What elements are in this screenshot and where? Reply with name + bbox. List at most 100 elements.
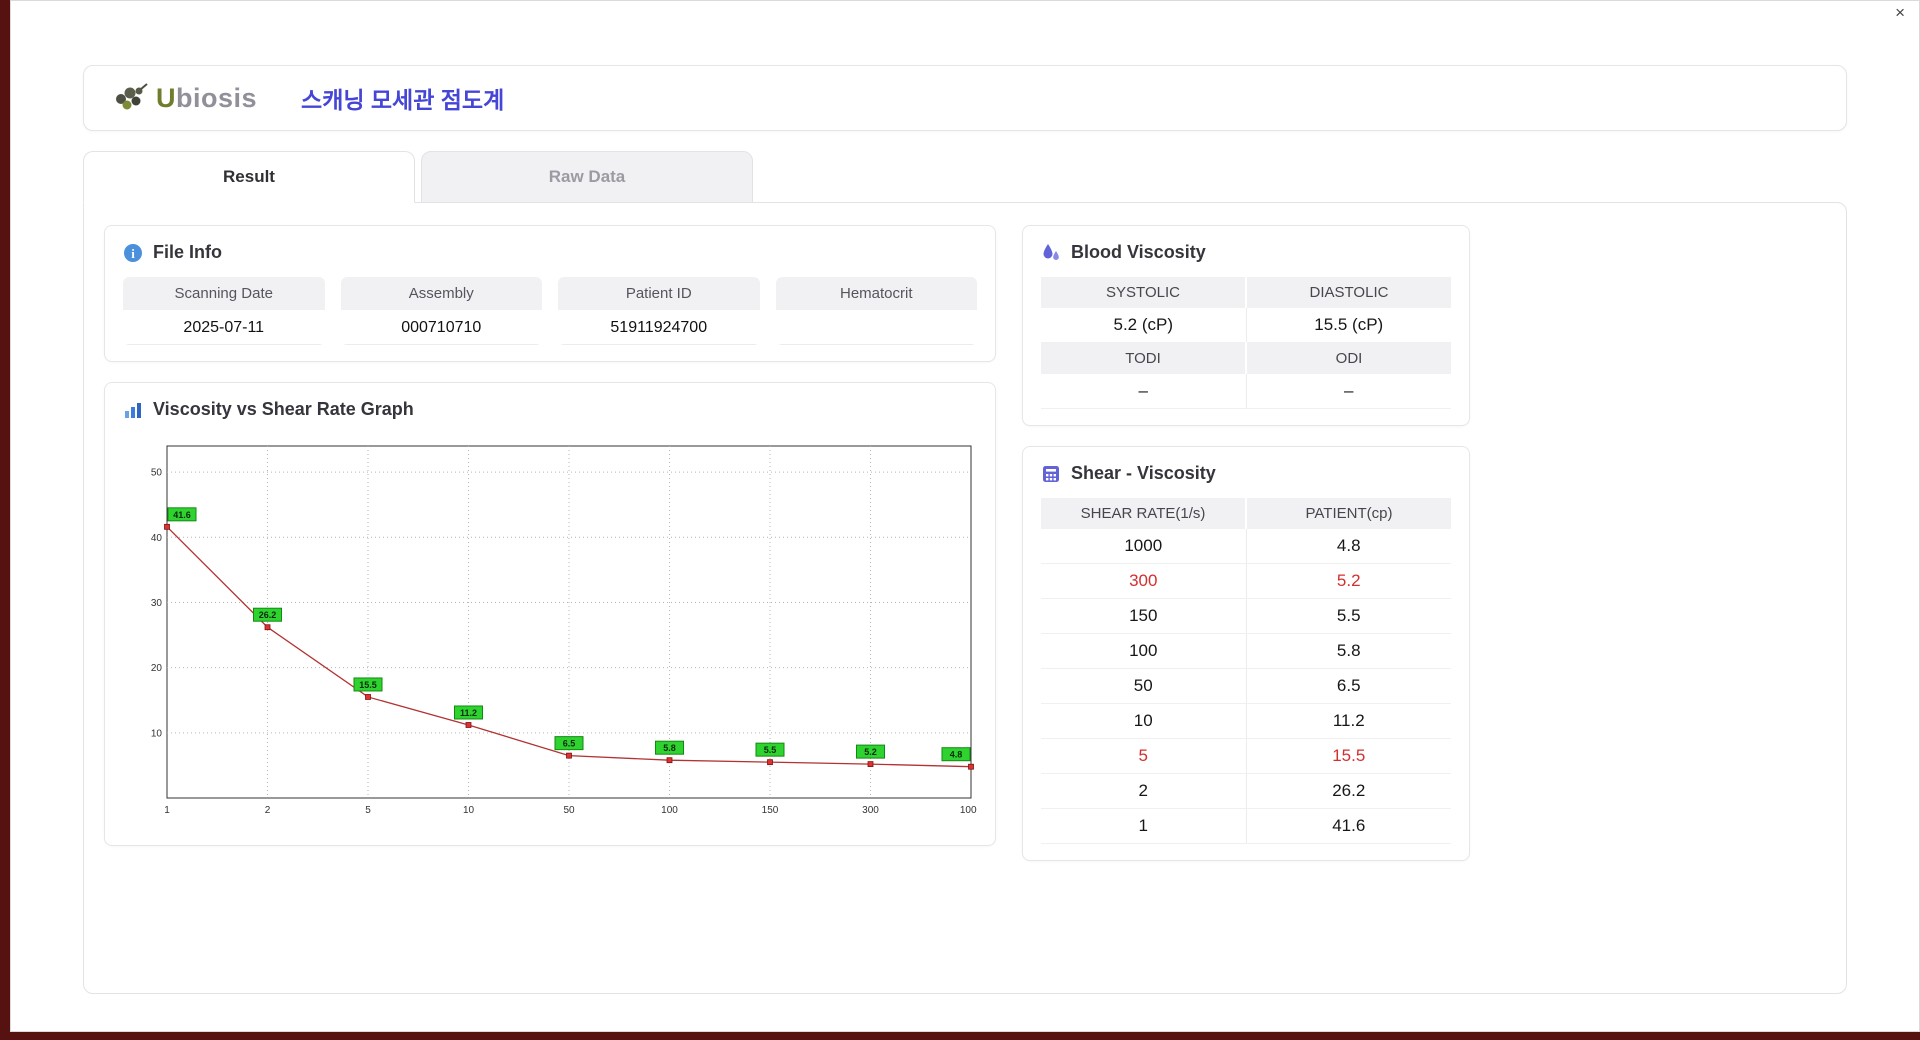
field-value [775,310,977,345]
tabs: Result Raw Data [83,151,1847,203]
blood-viscosity-card: Blood Viscosity SYSTOLIC DIASTOLIC 5.2 (… [1022,225,1470,426]
patient-cell: 6.5 [1245,668,1451,704]
svg-text:15.5: 15.5 [359,680,377,690]
field-value: 000710710 [340,310,542,345]
logo-leaf-icon [116,83,148,110]
file-info-title: File Info [153,242,222,262]
logo-text-rest: biosis [176,82,258,113]
blood-viscosity-table: SYSTOLIC DIASTOLIC 5.2 (cP) 15.5 (cP) TO… [1041,277,1451,409]
field-label: Scanning Date [123,277,325,310]
shear-rate-column-header: SHEAR RATE(1/s) [1041,498,1246,529]
shear-rate-cell: 300 [1041,563,1246,599]
shear-rate-cell: 50 [1041,668,1246,704]
systolic-header: SYSTOLIC [1041,277,1246,308]
header: Ubiosis 스캐닝 모세관 점도계 [83,65,1847,131]
patient-column-header: PATIENT(cp) [1245,498,1451,529]
right-column: Blood Viscosity SYSTOLIC DIASTOLIC 5.2 (… [1022,225,1470,861]
svg-text:26.2: 26.2 [259,610,277,620]
patient-cell: 5.5 [1245,598,1451,634]
table-row: 150 5.5 [1041,598,1451,634]
graph-title-row: Viscosity vs Shear Rate Graph [123,399,977,420]
svg-text:5.5: 5.5 [764,745,777,755]
svg-text:1000: 1000 [960,805,977,816]
blood-viscosity-title: Blood Viscosity [1071,242,1206,262]
svg-text:300: 300 [862,805,879,816]
patient-cell: 41.6 [1245,808,1451,844]
patient-cell: 15.5 [1245,738,1451,774]
field-label: Hematocrit [775,277,977,310]
logo: Ubiosis [112,82,257,114]
content: Ubiosis 스캐닝 모세관 점도계 Result Raw Data i Fi… [11,25,1919,994]
result-panel: i File Info Scanning Date 2025-07-11 Ass… [83,202,1847,994]
shear-rate-cell: 2 [1041,773,1246,809]
info-icon: i [124,243,142,262]
svg-text:50: 50 [563,805,575,816]
logo-text-u: U [156,82,176,113]
odi-value: – [1245,374,1451,409]
graph-card: Viscosity vs Shear Rate Graph 10 20 30 40 50… [104,382,996,846]
patient-cell: 26.2 [1245,773,1451,809]
page-title: 스캐닝 모세관 점도계 [301,87,505,113]
table-row: 1000 4.8 [1041,529,1451,564]
viscosity-chart: 10 20 30 40 50 1 2 5 10 50 100 150 300 1000 41.6 26.2 15… [151,445,983,816]
droplet-icon [1043,243,1059,260]
field-assembly: Assembly 000710710 [340,277,542,345]
svg-text:5.2: 5.2 [864,747,877,757]
shear-rate-cell: 1 [1041,808,1246,844]
shear-viscosity-title: Shear - Viscosity [1071,463,1216,483]
left-column: i File Info Scanning Date 2025-07-11 Ass… [104,225,996,846]
svg-text:5: 5 [365,805,371,816]
field-label: Assembly [340,277,542,310]
diastolic-header: DIASTOLIC [1245,277,1451,308]
shear-viscosity-table: SHEAR RATE(1/s) PATIENT(cp) 1000 4.8 300… [1041,498,1451,844]
table-row: 300 5.2 [1041,563,1451,599]
table-row: 2 26.2 [1041,773,1451,809]
calculator-icon [1043,465,1059,482]
svg-text:6.5: 6.5 [563,739,576,749]
table-row: 10 11.2 [1041,703,1451,739]
shear-rate-cell: 1000 [1041,529,1246,564]
svg-text:100: 100 [661,805,678,816]
shear-rate-cell: 100 [1041,633,1246,669]
svg-text:150: 150 [762,805,779,816]
close-icon[interactable]: × [1895,3,1905,23]
table-row: 100 5.8 [1041,633,1451,669]
tab-result[interactable]: Result [83,151,415,203]
todi-header: TODI [1041,342,1246,374]
shear-rate-cell: 150 [1041,598,1246,634]
svg-text:10: 10 [463,805,475,816]
svg-text:10: 10 [151,728,163,739]
bar-chart-icon [125,402,141,418]
table-header-row: SHEAR RATE(1/s) PATIENT(cp) [1041,498,1451,529]
svg-text:4.8: 4.8 [950,750,963,760]
field-patient-id: Patient ID 51911924700 [558,277,760,345]
svg-text:50: 50 [151,468,163,479]
patient-cell: 11.2 [1245,703,1451,739]
patient-cell: 5.8 [1245,633,1451,669]
table-row: 1 41.6 [1041,808,1451,844]
table-row: 5 15.5 [1041,738,1451,774]
field-hematocrit: Hematocrit [775,277,977,345]
svg-text:20: 20 [151,663,163,674]
shear-viscosity-title-row: Shear - Viscosity [1041,463,1451,484]
panel-grid: i File Info Scanning Date 2025-07-11 Ass… [104,225,1826,861]
svg-text:5.8: 5.8 [663,743,676,753]
diastolic-value: 15.5 (cP) [1245,308,1451,343]
odi-header: ODI [1245,342,1451,374]
file-info-card: i File Info Scanning Date 2025-07-11 Ass… [104,225,996,362]
chart-wrap: 10 20 30 40 50 1 2 5 10 50 100 150 300 1000 41.6 26.2 15… [123,434,983,829]
patient-cell: 4.8 [1245,529,1451,564]
svg-text:2: 2 [265,805,271,816]
field-value: 51911924700 [558,310,760,345]
file-info-fields: Scanning Date 2025-07-11 Assembly 000710… [123,277,977,345]
blood-viscosity-title-row: Blood Viscosity [1041,242,1451,263]
field-value: 2025-07-11 [123,310,325,345]
tab-raw-data[interactable]: Raw Data [421,151,753,203]
table-row: 5.2 (cP) 15.5 (cP) [1041,308,1451,343]
patient-cell: 5.2 [1245,563,1451,599]
svg-text:11.2: 11.2 [460,708,477,718]
field-scanning-date: Scanning Date 2025-07-11 [123,277,325,345]
table-row: – – [1041,374,1451,409]
svg-text:41.6: 41.6 [173,510,191,520]
app-window: × Ubiosis 스캐닝 모세관 점도계 Result Raw Data i … [10,0,1920,1032]
